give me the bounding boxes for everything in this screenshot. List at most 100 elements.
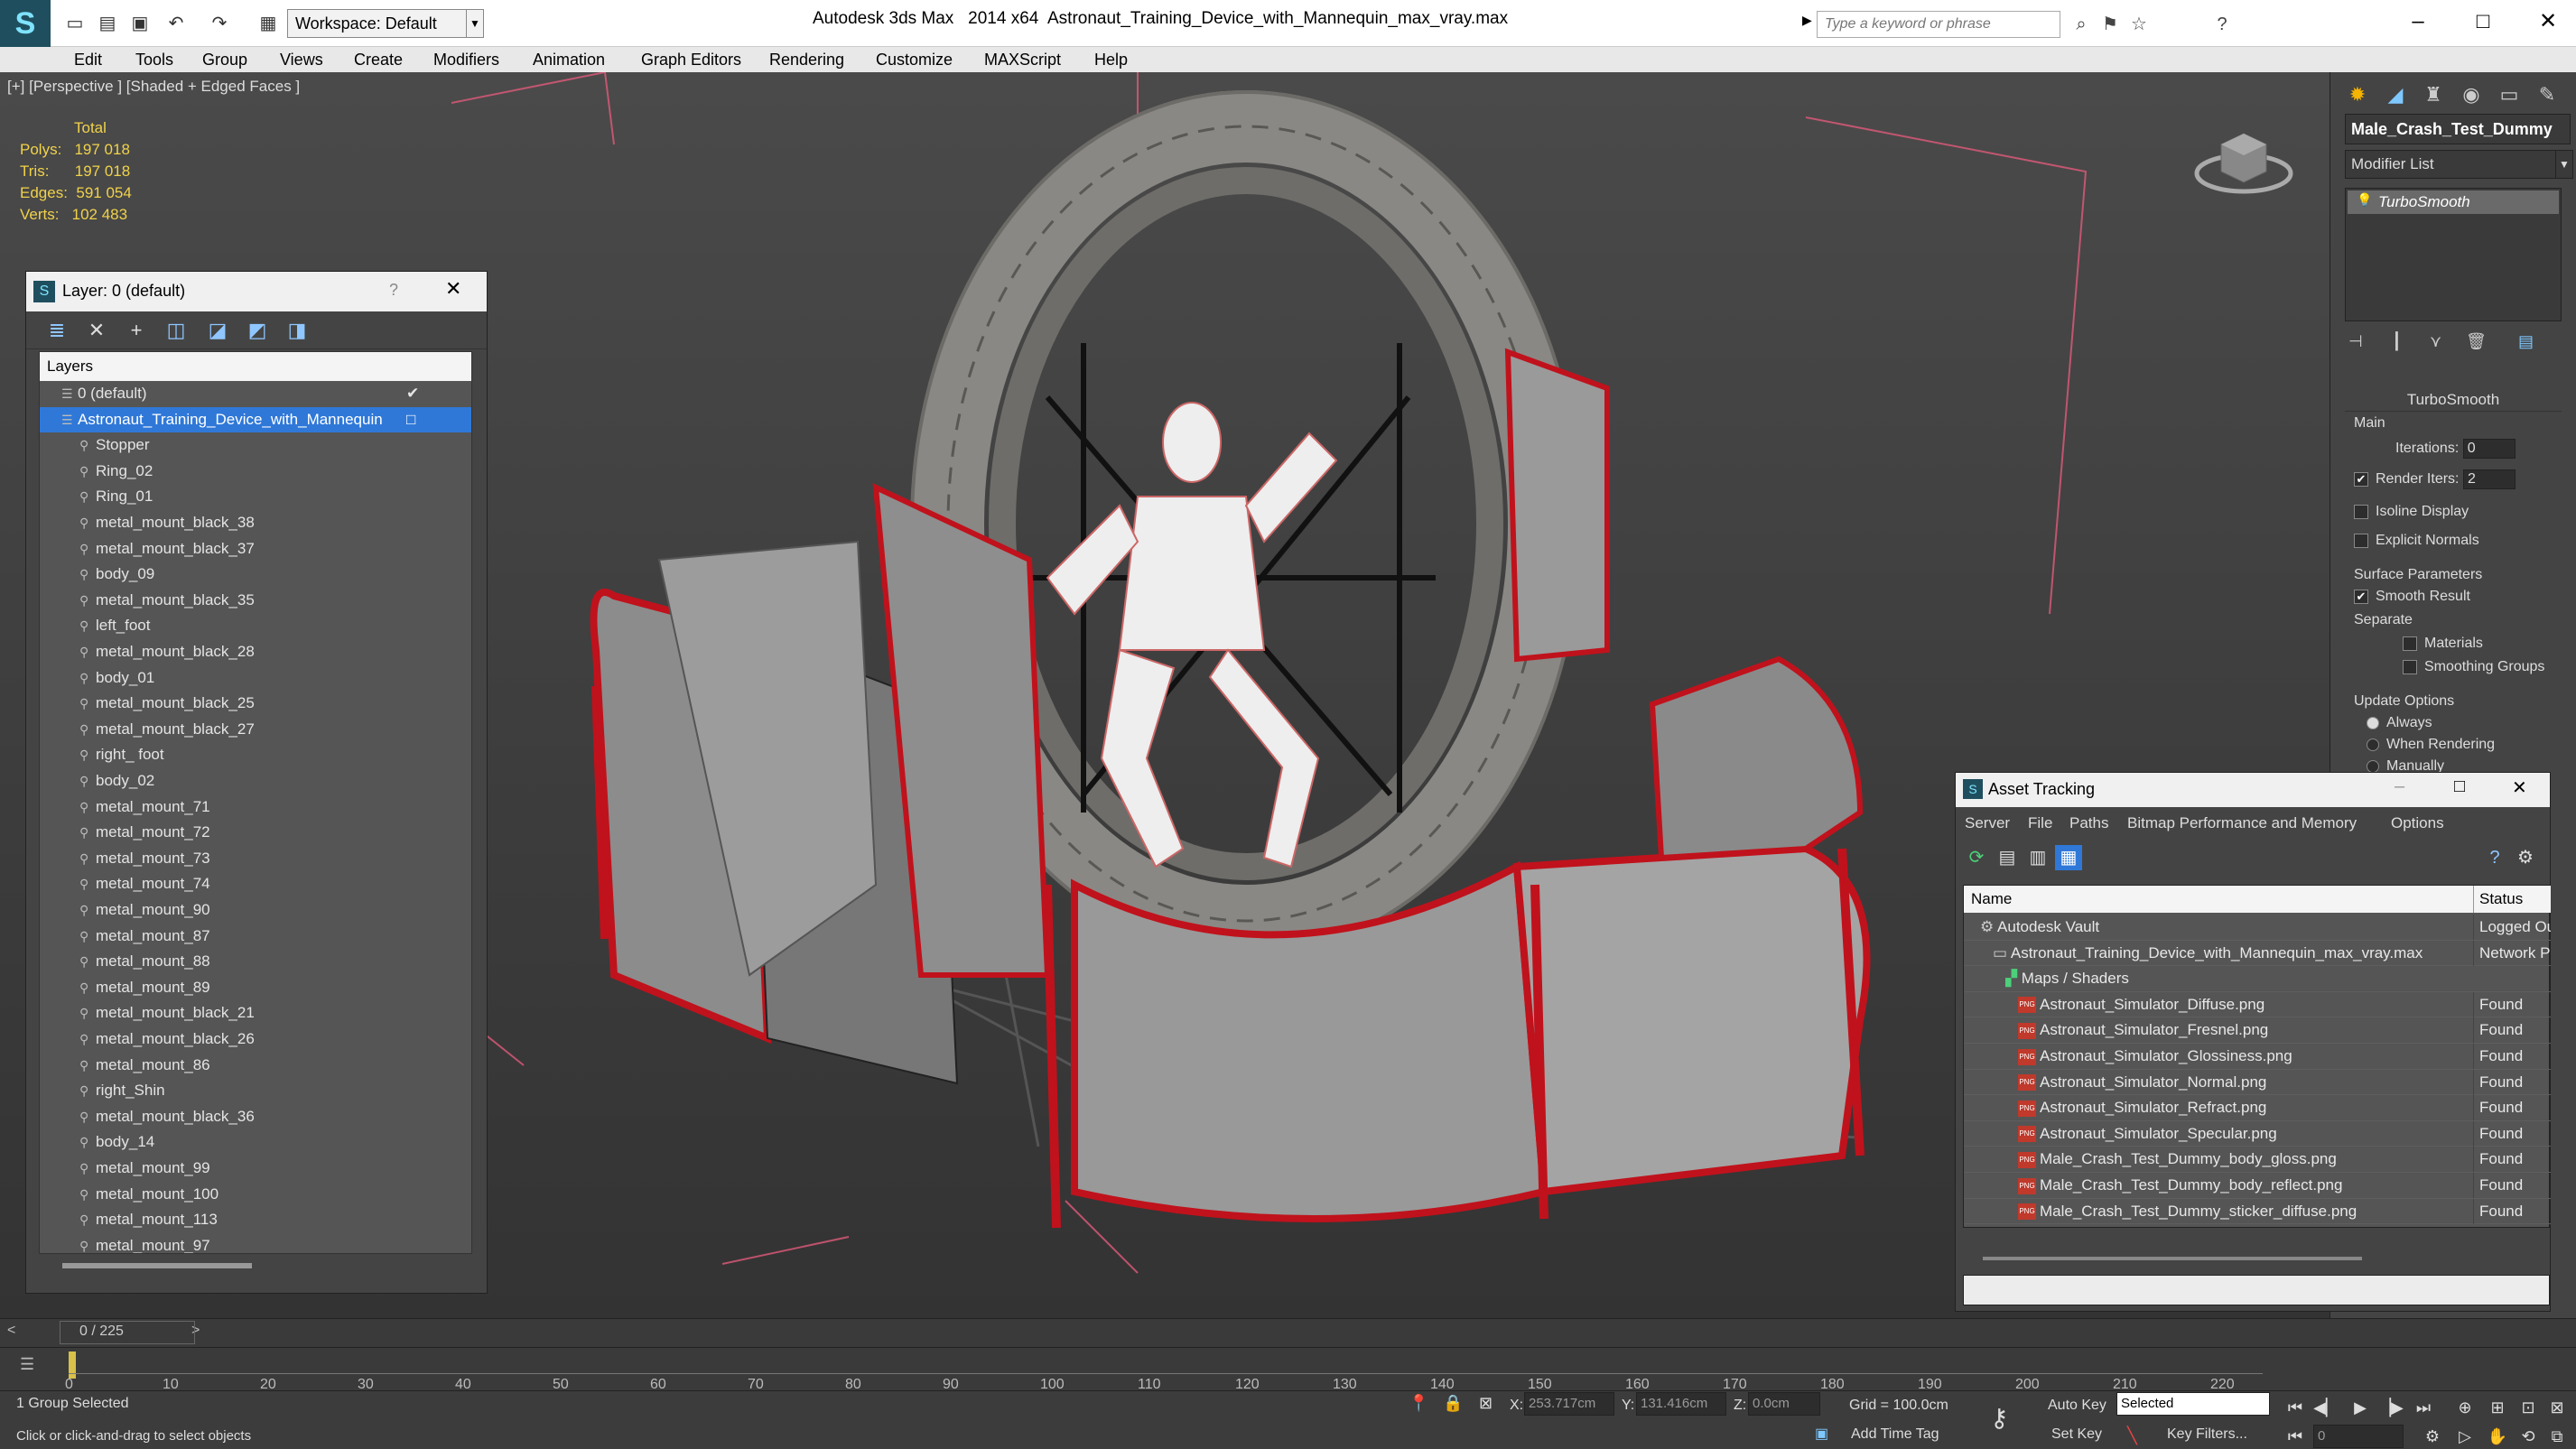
column-status[interactable]: Status xyxy=(2473,886,2523,913)
turbosmooth-rollout-header[interactable]: TurboSmooth xyxy=(2345,388,2562,412)
asset-row[interactable]: ⚙ Autodesk Vault Logged Out xyxy=(1964,915,2551,941)
display-tab-icon[interactable]: ▭ xyxy=(2493,79,2525,110)
modifier-list-dropdown[interactable]: Modifier List xyxy=(2345,150,2562,179)
layer-object-row[interactable]: ⚲ metal_mount_87 xyxy=(40,924,471,950)
layer-object-row[interactable]: ⚲ left_foot xyxy=(40,613,471,639)
asset-row[interactable]: ▭ Astronaut_Training_Device_with_Mannequ… xyxy=(1964,940,2551,967)
field-of-view-icon[interactable]: ▷ xyxy=(2452,1425,2478,1448)
asset-menu-options[interactable]: Options xyxy=(2391,814,2444,832)
layer-object-row[interactable]: ⚲ metal_mount_88 xyxy=(40,949,471,975)
explicit-normals-row[interactable]: Explicit Normals xyxy=(2354,533,2479,549)
layer-object-row[interactable]: ⚲ metal_mount_71 xyxy=(40,794,471,821)
layers-column-header[interactable]: Layers xyxy=(40,352,471,381)
isoline-row[interactable]: Isoline Display xyxy=(2354,504,2469,520)
layer-object-row[interactable]: ⚲ metal_mount_90 xyxy=(40,897,471,924)
always-radio-row[interactable]: Always xyxy=(2367,715,2432,731)
asset-row[interactable]: PNG Male_Crash_Test_Dummy_body_gloss.png F… xyxy=(1964,1147,2551,1173)
close-window-button[interactable]: ✕ xyxy=(2512,776,2527,799)
layer-object-row[interactable]: ⚲ metal_mount_73 xyxy=(40,846,471,872)
layer-object-row[interactable]: ⚲ metal_mount_black_28 xyxy=(40,639,471,665)
workspace-dropdown[interactable]: Workspace: Default xyxy=(287,9,468,38)
key-mode-toggle-icon[interactable]: ⏮ xyxy=(2283,1425,2308,1448)
create-tab-icon[interactable]: ✹ xyxy=(2341,79,2374,110)
open-file-icon[interactable]: ▤ xyxy=(94,11,121,36)
asset-path-field[interactable] xyxy=(1963,1275,2550,1305)
time-config-icon[interactable]: ⚙ xyxy=(2420,1425,2445,1448)
chevron-down-icon[interactable]: ▼ xyxy=(2555,150,2573,179)
modifier-stack[interactable]: TurboSmooth 💡 xyxy=(2345,188,2562,321)
track-bar[interactable]: ☰ xyxy=(0,1347,2576,1390)
minimize-button[interactable]: – xyxy=(2395,776,2404,797)
layer-list[interactable]: Layers ☰ 0 (default) ✔ ☰ Astronaut_Training_… xyxy=(39,351,472,1254)
layer-object-row[interactable]: ⚲ right_Shin xyxy=(40,1078,471,1104)
asset-menu-server[interactable]: Server xyxy=(1965,814,2010,832)
go-to-start-icon[interactable]: ⏮ xyxy=(2283,1396,2308,1419)
asset-row[interactable]: PNG Astronaut_Simulator_Diffuse.png Found xyxy=(1964,991,2551,1018)
smoothing-groups-checkbox[interactable] xyxy=(2403,659,2417,674)
set-key-filter-icon[interactable]: ╲ xyxy=(2127,1426,2137,1445)
undo-icon[interactable]: ↶ xyxy=(163,11,190,36)
viewport-label[interactable]: [+] [Perspective ] [Shaded + Edged Faces… xyxy=(7,78,300,96)
menu-help[interactable]: Help xyxy=(1094,51,1128,70)
pan-icon[interactable]: ✋ xyxy=(2485,1425,2510,1448)
add-to-layer-icon[interactable]: + xyxy=(120,317,153,344)
iterations-spinner[interactable]: 0 xyxy=(2462,439,2516,459)
set-key-button[interactable]: Set Key xyxy=(2051,1426,2102,1443)
layer-object-row[interactable]: ⚲ metal_mount_black_35 xyxy=(40,588,471,614)
manually-radio[interactable] xyxy=(2367,759,2379,773)
mini-curve-editor-icon[interactable]: ☰ xyxy=(20,1355,34,1374)
asset-menu-bitmap[interactable]: Bitmap Performance and Memory xyxy=(2127,814,2357,832)
layer-object-row[interactable]: ⚲ metal_mount_black_26 xyxy=(40,1026,471,1053)
asset-row[interactable]: PNG Male_Crash_Test_Dummy_body_reflect.pn… xyxy=(1964,1173,2551,1199)
selection-lock-icon[interactable]: 🔒 xyxy=(1443,1394,1463,1413)
smooth-result-checkbox[interactable]: ✔ xyxy=(2354,589,2368,604)
transform-mode-icon[interactable]: ⊠ xyxy=(1479,1394,1493,1413)
explicit-normals-checkbox[interactable] xyxy=(2354,533,2368,548)
smoothing-groups-row[interactable]: Smoothing Groups xyxy=(2403,659,2544,675)
zoom-extents-icon[interactable]: ⊡ xyxy=(2516,1396,2541,1419)
menu-modifiers[interactable]: Modifiers xyxy=(433,51,499,70)
menu-maxscript[interactable]: MAXScript xyxy=(984,51,1061,70)
asset-row[interactable]: PNG Astronaut_Simulator_Normal.png Found xyxy=(1964,1069,2551,1096)
pin-stack-icon[interactable]: ⊣ xyxy=(2348,332,2363,351)
select-objects-icon[interactable]: ◫ xyxy=(160,317,192,344)
binoculars-icon[interactable]: ⌕ xyxy=(2068,11,2095,38)
object-name-field[interactable]: Male_Crash_Test_Dummy xyxy=(2345,114,2571,144)
render-iters-checkbox[interactable]: ✔ xyxy=(2354,472,2368,487)
modify-tab-icon[interactable]: ◢ xyxy=(2379,79,2412,110)
chevron-down-icon[interactable]: ▼ xyxy=(466,9,484,38)
set-active-checkbox[interactable]: □ xyxy=(406,407,415,432)
create-layer-icon[interactable]: ≣ xyxy=(41,317,73,344)
layer-object-row[interactable]: ⚲ Ring_01 xyxy=(40,484,471,510)
layer-object-row[interactable]: ⚲ metal_mount_74 xyxy=(40,871,471,897)
close-window-button[interactable]: ✕ xyxy=(2516,0,2576,43)
menu-rendering[interactable]: Rendering xyxy=(769,51,844,70)
asset-menu-paths[interactable]: Paths xyxy=(2069,814,2108,832)
minimize-button[interactable]: – xyxy=(2385,0,2450,43)
key-mode-dropdown[interactable]: Selected xyxy=(2116,1392,2270,1416)
layer-object-row[interactable]: ⚲ metal_mount_99 xyxy=(40,1156,471,1182)
menu-tools[interactable]: Tools xyxy=(135,51,173,70)
maximize-viewport-icon[interactable]: ⧉ xyxy=(2544,1425,2570,1448)
menu-group[interactable]: Group xyxy=(202,51,247,70)
column-name[interactable]: Name xyxy=(1971,886,2012,913)
table-view-icon[interactable]: ▦ xyxy=(2055,845,2082,870)
y-coordinate-field[interactable]: 131.416cm xyxy=(1636,1392,1726,1416)
layer-default[interactable]: ☰ 0 (default) ✔ xyxy=(40,381,471,407)
refresh-icon[interactable]: ⟳ xyxy=(1963,845,1990,870)
project-folder-icon[interactable]: ▦ xyxy=(255,11,282,36)
layer-object-row[interactable]: ⚲ body_02 xyxy=(40,768,471,794)
layer-object-row[interactable]: ⚲ metal_mount_97 xyxy=(40,1233,471,1253)
zoom-all-icon[interactable]: ⊞ xyxy=(2485,1396,2510,1419)
menu-edit[interactable]: Edit xyxy=(74,51,102,70)
menu-animation[interactable]: Animation xyxy=(533,51,605,70)
search-input[interactable]: Type a keyword or phrase xyxy=(1817,11,2060,38)
layer-object-row[interactable]: ⚲ metal_mount_86 xyxy=(40,1053,471,1079)
help-button[interactable]: ? xyxy=(389,281,398,300)
smooth-result-row[interactable]: ✔ Smooth Result xyxy=(2354,589,2470,605)
layer-object-row[interactable]: ⚲ metal_mount_black_25 xyxy=(40,691,471,717)
auto-key-button[interactable]: Auto Key xyxy=(2048,1398,2106,1414)
layer-object-row[interactable]: ⚲ metal_mount_89 xyxy=(40,975,471,1001)
search-arrow-icon[interactable]: ▶ xyxy=(1802,13,1812,28)
menu-graph-editors[interactable]: Graph Editors xyxy=(641,51,741,70)
